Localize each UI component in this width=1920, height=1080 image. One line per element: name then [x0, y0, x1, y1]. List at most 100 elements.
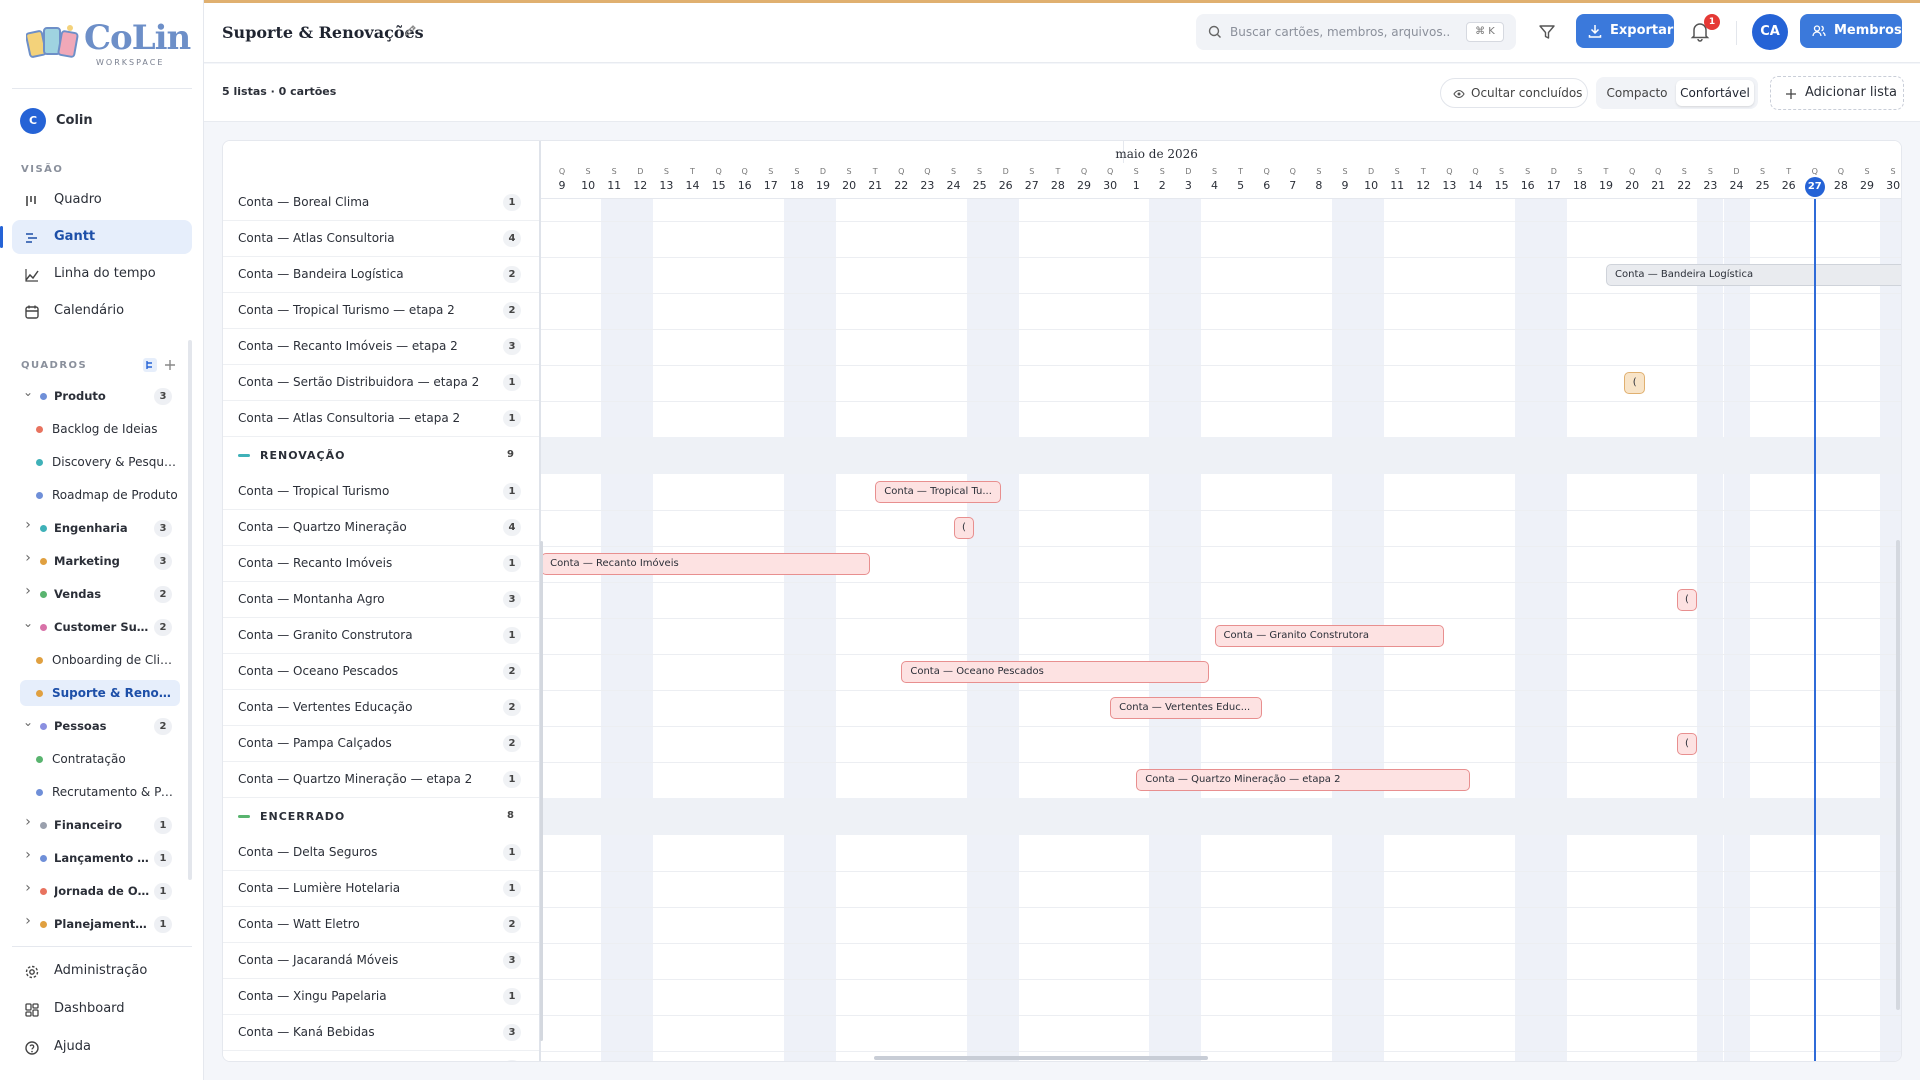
card-row[interactable]: Conta — Sertão Distribuidora — etapa 2 1	[223, 365, 539, 401]
density-compact-option[interactable]: Compacto	[1600, 80, 1674, 106]
chevron-down-icon[interactable]: ⌄	[22, 716, 34, 728]
card-row[interactable]: Conta — Lumière Hotelaria 1	[223, 871, 539, 907]
card-row[interactable]: Conta — Atlas Consultoria 4	[223, 221, 539, 257]
nav-view-linha-do-tempo[interactable]: Linha do tempo	[12, 257, 192, 291]
card-row[interactable]: Conta — Tropical Turismo — etapa 2 2	[223, 293, 539, 329]
card-name: Conta — Delta Seguros	[238, 845, 378, 859]
nav-view-gantt[interactable]: Gantt	[0, 220, 192, 254]
board-group-item[interactable]: ⌄ Customer Succ... 2	[20, 614, 180, 640]
export-button[interactable]: Exportar	[1576, 14, 1674, 48]
card-row[interactable]: Conta — Watt Eletro 2	[223, 907, 539, 943]
card-row[interactable]: Conta — Kaná Bebidas 3	[223, 1015, 539, 1051]
board-item[interactable]: Recrutamento & Pes...	[20, 779, 180, 805]
gantt-vertical-scrollbar[interactable]	[1896, 540, 1900, 1010]
list-group-header[interactable]: RENOVAÇÃO 9	[223, 437, 539, 474]
timeline-horizontal-scrollbar[interactable]	[874, 1056, 1208, 1060]
board-color-dot	[36, 492, 43, 499]
card-row[interactable]: Conta — Vertentes Educação 2	[223, 690, 539, 726]
card-row[interactable]: Conta — Granito Construtora 1	[223, 618, 539, 654]
user-avatar[interactable]: CA	[1752, 14, 1788, 50]
gantt-task-bar[interactable]: Conta — Quartzo Mineração — etapa 2	[1136, 769, 1471, 791]
workspace-switcher[interactable]: C Colin	[20, 108, 190, 136]
gantt-timeline[interactable]: maio de 2026 Q 9 S 10 S 11 D 12 S 13 T 14 Q 15 Q 16 S 17 S 1…	[541, 141, 1901, 1061]
add-board-icon[interactable]	[164, 359, 176, 371]
card-row[interactable]: Conta — Boreal Clima 1	[223, 185, 539, 221]
chevron-right-icon[interactable]: ›	[22, 551, 34, 565]
board-group-item[interactable]: › Financeiro 1	[20, 812, 180, 838]
chevron-right-icon[interactable]: ›	[22, 881, 34, 895]
card-row[interactable]: Conta — Recanto Imóveis — etapa 2 3	[223, 329, 539, 365]
board-group-item[interactable]: › Lançamento de...1	[20, 845, 180, 871]
hide-done-toggle[interactable]: Ocultar concluídos	[1440, 78, 1588, 108]
tree-view-icon[interactable]	[142, 357, 158, 373]
nav-view-calendário[interactable]: Calendário	[12, 294, 192, 328]
card-row[interactable]: Conta — Quartzo Mineração — etapa 2 1	[223, 762, 539, 798]
card-row[interactable]: Conta — Delta Seguros 1	[223, 835, 539, 871]
list-group-header[interactable]: ENCERRADO 8	[223, 798, 539, 835]
board-item[interactable]: Roadmap de Produto	[20, 482, 180, 508]
chevron-right-icon[interactable]: ›	[22, 848, 34, 862]
card-row[interactable]: Conta — Oceano Pescados 2	[223, 654, 539, 690]
day-weekday-label: S	[977, 167, 983, 176]
gantt-task-bar[interactable]: Conta — Oceano Pescados	[901, 661, 1210, 683]
board-group-item[interactable]: ⌄ Produto 3	[20, 383, 180, 409]
gantt-task-bar[interactable]: (	[1676, 589, 1698, 611]
card-row[interactable]: Conta — Quartzo Mineração 4	[223, 510, 539, 546]
gantt-task-bar[interactable]: Conta — Tropical Tu...	[875, 481, 1001, 503]
board-item[interactable]: Backlog de Ideias	[20, 416, 180, 442]
card-row[interactable]: Conta — Recanto Imóveis 1	[223, 546, 539, 582]
board-group-item[interactable]: › Jornada de On... 1	[20, 878, 180, 904]
chevron-down-icon[interactable]: ⌄	[22, 386, 34, 398]
sidebar-scrollbar[interactable]	[188, 340, 192, 880]
app-logo[interactable]: CoLin WORKSPACE	[24, 14, 191, 70]
row-list-scrollbar[interactable]	[540, 541, 543, 1041]
filter-icon[interactable]	[1538, 23, 1556, 41]
card-count-badge: 2	[503, 699, 521, 716]
gantt-task-bar[interactable]: Conta — Bandeira Logística	[1606, 264, 1901, 286]
card-row[interactable]: Conta — Bandeira Logística 2	[223, 257, 539, 293]
search-input[interactable]	[1230, 22, 1450, 42]
board-group-item[interactable]: › Marketing 3	[20, 548, 180, 574]
board-item[interactable]: Discovery & Pesquisa	[20, 449, 180, 475]
card-row[interactable]: Conta — Xingu Papelaria 1	[223, 979, 539, 1015]
gantt-task-bar[interactable]: (	[1676, 733, 1698, 755]
card-row[interactable]: Conta — Pampa Calçados 2	[223, 726, 539, 762]
edit-title-icon[interactable]	[404, 23, 418, 37]
add-list-button[interactable]: Adicionar lista	[1770, 76, 1904, 110]
search-box[interactable]: ⌘ K	[1196, 14, 1516, 50]
row-gridline	[541, 762, 1901, 763]
card-row[interactable]: Conta — Helios Energia 1	[223, 1051, 539, 1061]
chevron-right-icon[interactable]: ›	[22, 584, 34, 598]
board-group-item[interactable]: › Engenharia 3	[20, 515, 180, 541]
board-group-item[interactable]: › Vendas 2	[20, 581, 180, 607]
plus-icon	[1786, 89, 1796, 99]
members-button[interactable]: Membros	[1800, 14, 1902, 48]
card-row[interactable]: Conta — Montanha Agro 3	[223, 582, 539, 618]
chevron-down-icon[interactable]: ⌄	[22, 617, 34, 629]
card-row[interactable]: Conta — Atlas Consultoria — etapa 2 1	[223, 401, 539, 437]
chevron-right-icon[interactable]: ›	[22, 815, 34, 829]
gantt-task-bar[interactable]: Conta — Granito Construtora	[1214, 625, 1445, 647]
gantt-task-bar[interactable]: (	[953, 517, 975, 539]
gantt-task-bar[interactable]: (	[1624, 372, 1646, 394]
chevron-right-icon[interactable]: ›	[22, 914, 34, 928]
day-number-label: 25	[972, 179, 987, 192]
board-item[interactable]: Contratação	[20, 746, 180, 772]
board-group-item[interactable]: › Planejamento ... 1	[20, 911, 180, 937]
notifications-badge: 1	[1704, 14, 1720, 30]
row-gridline	[541, 726, 1901, 727]
nav-view-quadro[interactable]: Quadro	[12, 183, 192, 217]
nav-administração[interactable]: Administração	[12, 954, 192, 988]
card-row[interactable]: Conta — Jacarandá Móveis 3	[223, 943, 539, 979]
gantt-task-bar[interactable]: Conta — Recanto Imóveis	[541, 553, 871, 575]
gantt-task-bar[interactable]: Conta — Vertentes Educ...	[1110, 697, 1262, 719]
nav-ajuda[interactable]: Ajuda	[12, 1030, 192, 1064]
chevron-right-icon[interactable]: ›	[22, 518, 34, 532]
nav-dashboard[interactable]: Dashboard	[12, 992, 192, 1026]
board-item[interactable]: Suporte & Renovaç...	[20, 680, 180, 706]
board-item[interactable]: Onboarding de Clien...	[20, 647, 180, 673]
board-count-badge: 3	[154, 520, 172, 537]
density-comfortable-option[interactable]: Confortável	[1676, 80, 1754, 106]
card-row[interactable]: Conta — Tropical Turismo 1	[223, 474, 539, 510]
board-group-item[interactable]: ⌄ Pessoas 2	[20, 713, 180, 739]
